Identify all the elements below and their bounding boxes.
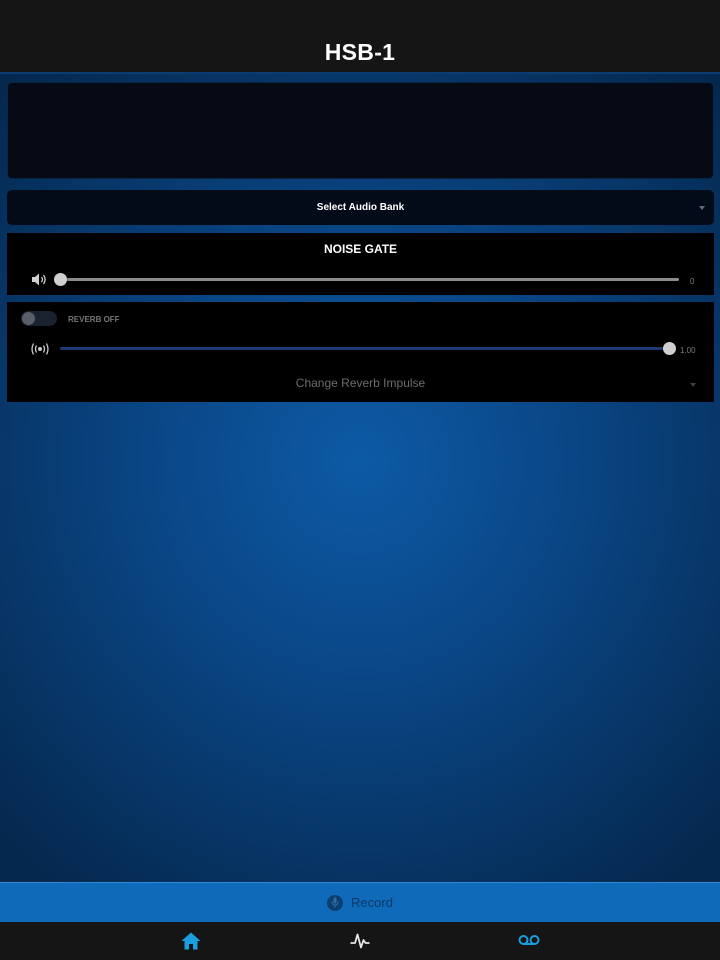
chevron-down-icon bbox=[699, 205, 705, 210]
reverb-impulse-select[interactable]: Change Reverb Impulse bbox=[7, 376, 714, 390]
broadcast-icon bbox=[31, 343, 49, 355]
tab-home[interactable] bbox=[171, 922, 211, 960]
noise-gate-panel: NOISE GATE 0 bbox=[7, 233, 714, 295]
reverb-slider-track[interactable] bbox=[60, 347, 669, 350]
app-header: HSB-1 bbox=[0, 0, 720, 74]
reverb-panel: REVERB OFF 1.00 Change Reverb Impulse bbox=[7, 302, 714, 402]
record-button[interactable]: Record bbox=[0, 882, 720, 922]
voicemail-icon bbox=[518, 935, 540, 945]
record-label: Record bbox=[351, 895, 393, 910]
tab-recordings[interactable] bbox=[509, 922, 549, 960]
noise-gate-slider-track[interactable] bbox=[60, 278, 679, 281]
reverb-toggle-label: REVERB OFF bbox=[68, 315, 120, 324]
home-icon bbox=[181, 932, 201, 950]
display-panel bbox=[7, 82, 714, 179]
audio-bank-select[interactable]: Select Audio Bank bbox=[7, 190, 714, 225]
page-title: HSB-1 bbox=[324, 39, 396, 65]
noise-gate-title: NOISE GATE bbox=[323, 242, 398, 256]
tab-activity[interactable] bbox=[340, 922, 380, 960]
pulse-icon bbox=[350, 933, 370, 949]
noise-gate-value: 0 bbox=[690, 277, 695, 286]
reverb-slider-thumb[interactable] bbox=[662, 342, 676, 355]
reverb-toggle-knob bbox=[22, 312, 35, 325]
reverb-value: 1.00 bbox=[680, 346, 696, 355]
volume-icon bbox=[32, 273, 46, 286]
bottom-tab-bar bbox=[0, 922, 720, 960]
microphone-icon bbox=[327, 894, 344, 911]
chevron-down-icon bbox=[690, 383, 696, 387]
reverb-toggle[interactable] bbox=[21, 311, 57, 326]
audio-bank-select-label: Select Audio Bank bbox=[316, 202, 405, 213]
noise-gate-slider-thumb[interactable] bbox=[53, 273, 67, 286]
